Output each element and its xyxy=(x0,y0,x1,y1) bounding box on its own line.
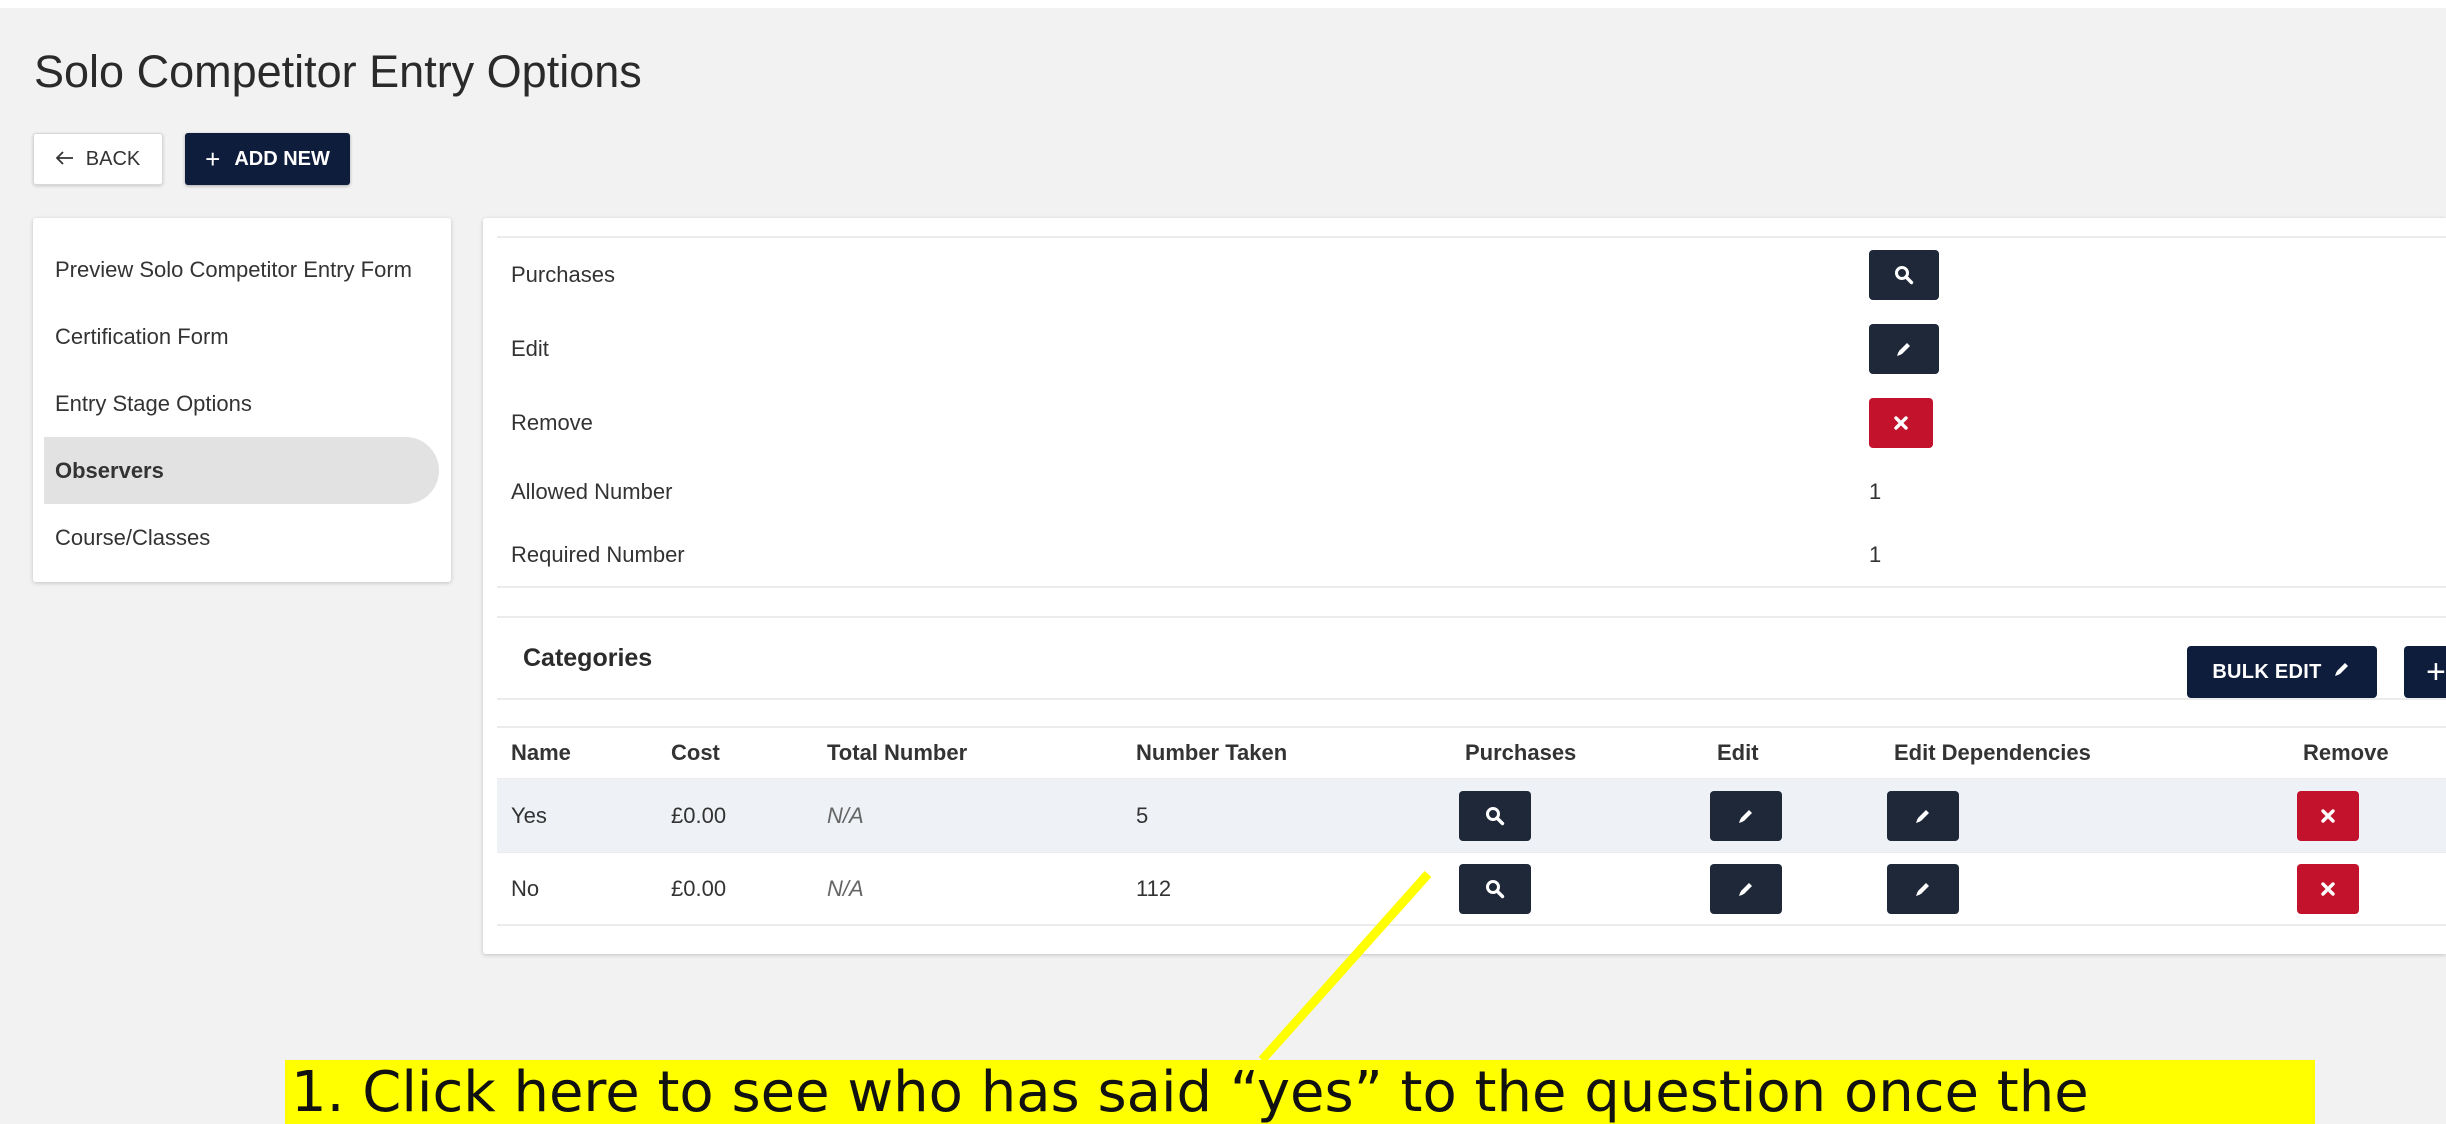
sidebar-item-course-classes[interactable]: Course/Classes xyxy=(33,504,451,571)
plus-icon: + xyxy=(205,143,221,174)
row-name: Yes xyxy=(511,802,547,828)
edit-dependencies-button[interactable] xyxy=(1887,863,1959,914)
row-edit-cell xyxy=(1710,779,1782,852)
table-header-row: Name Cost Total Number Number Taken Purc… xyxy=(497,728,2446,778)
pencil-icon xyxy=(1913,806,1933,826)
annotation-callout: 1. Click here to see who has said “yes” … xyxy=(285,1060,2315,1124)
view-purchases-button[interactable] xyxy=(1459,863,1531,914)
property-row-allowed-number: Allowed Number 1 xyxy=(497,460,2446,524)
edit-value xyxy=(1869,312,1939,386)
add-category-button[interactable]: + xyxy=(2404,646,2446,698)
purchases-label: Purchases xyxy=(511,262,615,287)
sidebar-item-observers[interactable]: Observers xyxy=(44,437,439,504)
row-edit-dependencies-cell xyxy=(1887,853,1959,924)
property-row-required-number: Required Number 1 xyxy=(497,524,2446,588)
row-cost: £0.00 xyxy=(671,875,727,901)
plus-icon: + xyxy=(2426,652,2446,691)
column-header-total-number: Total Number xyxy=(827,740,968,765)
categories-title: Categories xyxy=(523,644,653,672)
required-number-value: 1 xyxy=(1869,542,1882,567)
row-edit-cell xyxy=(1710,853,1782,924)
column-header-edit-dependencies: Edit Dependencies xyxy=(1894,740,2091,765)
property-row-edit: Edit xyxy=(497,312,2446,386)
edit-button[interactable] xyxy=(1869,324,1939,374)
add-new-button-label: ADD NEW xyxy=(234,147,330,170)
row-number-taken: 5 xyxy=(1136,802,1149,828)
arrow-left-icon xyxy=(55,148,74,171)
required-number-label: Required Number xyxy=(511,542,685,567)
row-cost: £0.00 xyxy=(671,802,727,828)
column-header-number-taken: Number Taken xyxy=(1136,740,1288,765)
row-number-taken: 112 xyxy=(1136,875,1172,901)
bulk-edit-button[interactable]: BULK EDIT xyxy=(2187,646,2377,698)
back-button-label: BACK xyxy=(85,147,141,170)
app-window: Solo Competitor Entry Options BACK + ADD… xyxy=(0,8,2446,1124)
pencil-icon xyxy=(1913,879,1933,899)
table-row: No £0.00 N/A 112 xyxy=(497,852,2446,926)
back-button[interactable]: BACK xyxy=(33,133,163,185)
property-row-purchases: Purchases xyxy=(497,238,2446,312)
pencil-icon xyxy=(2332,659,2352,685)
sidebar-item-certification-form[interactable]: Certification Form xyxy=(33,303,451,370)
row-purchases-cell xyxy=(1459,779,1531,852)
row-remove-cell xyxy=(2297,853,2359,924)
remove-value xyxy=(1869,386,1933,460)
add-new-button[interactable]: + ADD NEW xyxy=(185,133,350,185)
sidebar-item-entry-stage-options[interactable]: Entry Stage Options xyxy=(33,370,451,437)
row-remove-cell xyxy=(2297,779,2359,852)
sidebar-nav: Preview Solo Competitor Entry Form Certi… xyxy=(33,218,451,582)
close-icon xyxy=(1893,415,1909,431)
close-icon xyxy=(2320,881,2336,897)
column-header-edit: Edit xyxy=(1717,740,1759,765)
categories-header: Categories BULK EDIT + xyxy=(497,616,2446,700)
column-header-remove: Remove xyxy=(2303,740,2389,765)
allowed-number-value: 1 xyxy=(1869,479,1882,504)
pencil-icon xyxy=(1736,879,1756,899)
allowed-number-label: Allowed Number xyxy=(511,479,673,504)
bulk-edit-label: BULK EDIT xyxy=(2212,660,2322,683)
remove-button[interactable] xyxy=(2297,790,2359,841)
search-icon xyxy=(1894,265,1914,285)
remove-label: Remove xyxy=(511,410,593,435)
row-name: No xyxy=(511,875,540,901)
remove-button[interactable] xyxy=(1869,398,1933,448)
search-icon xyxy=(1485,879,1505,899)
row-purchases-cell xyxy=(1459,853,1531,924)
page-title: Solo Competitor Entry Options xyxy=(34,46,642,97)
sidebar-item-preview-form[interactable]: Preview Solo Competitor Entry Form xyxy=(33,236,451,303)
search-icon xyxy=(1485,806,1505,826)
pencil-icon xyxy=(1736,806,1756,826)
view-purchases-button[interactable] xyxy=(1869,250,1939,300)
row-total-number: N/A xyxy=(827,802,864,828)
column-header-purchases: Purchases xyxy=(1465,740,1577,765)
column-header-name: Name xyxy=(511,740,571,765)
pencil-icon xyxy=(1894,339,1914,359)
properties-table: Purchases Edit Remove Allowed Number 1 R… xyxy=(497,236,2446,588)
remove-button[interactable] xyxy=(2297,863,2359,914)
table-row: Yes £0.00 N/A 5 xyxy=(497,778,2446,852)
categories-table: Name Cost Total Number Number Taken Purc… xyxy=(497,726,2446,926)
edit-dependencies-button[interactable] xyxy=(1887,790,1959,841)
purchases-value xyxy=(1869,238,1939,312)
edit-label: Edit xyxy=(511,336,549,361)
view-purchases-button[interactable] xyxy=(1459,790,1531,841)
column-header-cost: Cost xyxy=(671,740,720,765)
edit-button[interactable] xyxy=(1710,863,1782,914)
close-icon xyxy=(2320,808,2336,824)
edit-button[interactable] xyxy=(1710,790,1782,841)
observers-panel: Purchases Edit Remove Allowed Number 1 R… xyxy=(483,218,2446,954)
row-total-number: N/A xyxy=(827,875,864,901)
row-edit-dependencies-cell xyxy=(1887,779,1959,852)
property-row-remove: Remove xyxy=(497,386,2446,460)
